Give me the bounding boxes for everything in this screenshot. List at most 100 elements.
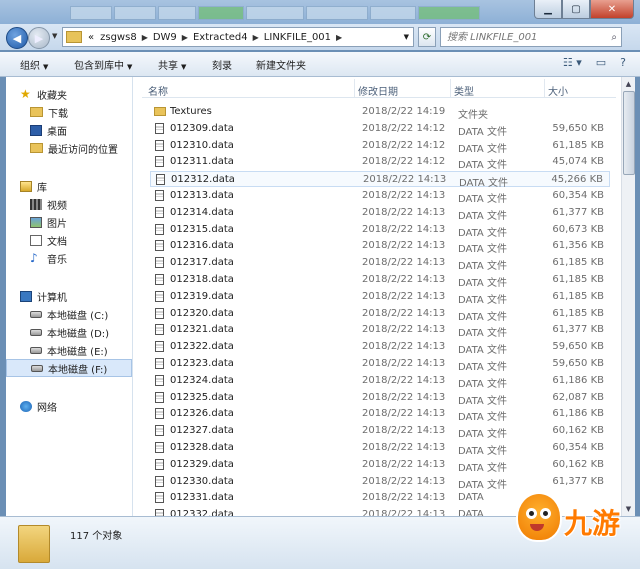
chevron-down-icon[interactable]: ▼ [400, 33, 413, 41]
file-type: DATA 文件 [458, 311, 507, 323]
forward-button[interactable]: ▶ [28, 27, 50, 49]
file-type: DATA [458, 492, 484, 504]
chevron-right-icon[interactable]: ▶ [180, 33, 190, 42]
file-row[interactable]: 012320.data 2018/2/22 14:13 DATA 文件 61,185 … [150, 306, 610, 323]
file-row[interactable]: 012315.data 2018/2/22 14:13 DATA 文件 60,673 … [150, 222, 610, 239]
nav-favorites[interactable]: ★ 收藏夹 [20, 85, 146, 103]
scroll-thumb[interactable] [623, 91, 635, 175]
column-divider[interactable] [354, 79, 355, 97]
scroll-up-icon[interactable]: ▲ [623, 78, 634, 90]
organize-menu[interactable]: 组织 ▼ [20, 57, 48, 72]
maximize-button[interactable]: ▢ [562, 0, 590, 19]
file-row[interactable]: 012323.data 2018/2/22 14:13 DATA 文件 59,650 … [150, 356, 610, 373]
search-input[interactable] [441, 30, 599, 44]
nav-label: 本地磁盘 (F:) [48, 364, 108, 376]
search-box[interactable]: ⌕ [440, 27, 622, 47]
address-field[interactable]: « zsgws8 ▶ DW9 ▶ Extracted4 ▶ LINKFILE_0… [62, 27, 414, 47]
drive-icon [30, 310, 42, 318]
breadcrumb-item[interactable]: DW9 [150, 32, 180, 43]
help-icon[interactable]: ? [620, 56, 626, 69]
file-type: DATA 文件 [458, 210, 507, 222]
file-icon [156, 174, 165, 186]
chevron-right-icon[interactable]: ▶ [140, 33, 150, 42]
file-row[interactable]: 012329.data 2018/2/22 14:13 DATA 文件 60,162 … [150, 457, 610, 474]
file-row[interactable]: 012325.data 2018/2/22 14:13 DATA 文件 62,087 … [150, 390, 610, 407]
view-options-icon[interactable]: ☷ ▾ [563, 56, 582, 69]
chevron-right-icon[interactable]: ▶ [251, 33, 261, 42]
nav-documents[interactable]: 文档 [30, 231, 156, 249]
column-size-header[interactable]: 大小 [548, 83, 568, 98]
file-size: 59,650 KB [552, 341, 604, 353]
file-row[interactable]: 012321.data 2018/2/22 14:13 DATA 文件 61,377 … [150, 322, 610, 340]
breadcrumb-item[interactable]: zsgws8 [97, 32, 140, 43]
file-row[interactable]: 012313.data 2018/2/22 14:13 DATA 文件 60,354 … [150, 188, 610, 205]
breadcrumb-overflow[interactable]: « [85, 32, 97, 43]
file-size: 61,185 KB [552, 257, 604, 269]
file-date: 2018/2/22 14:13 [362, 324, 446, 336]
file-row[interactable]: 012310.data 2018/2/22 14:12 DATA 文件 61,185 … [150, 138, 610, 155]
close-button[interactable]: ✕ [590, 0, 634, 19]
burn-button[interactable]: 刻录 [212, 57, 232, 72]
file-icon [155, 139, 164, 151]
file-row[interactable]: 012326.data 2018/2/22 14:13 DATA 文件 61,186 … [150, 406, 610, 423]
nav-downloads[interactable]: 下载 [30, 103, 156, 121]
minimize-button[interactable]: ▁ [534, 0, 562, 19]
nav-music[interactable]: ♪ 音乐 [30, 249, 156, 267]
file-type: DATA 文件 [458, 227, 507, 239]
chevron-right-icon[interactable]: ▶ [334, 33, 344, 42]
background-window-tab [158, 6, 196, 20]
file-row[interactable]: 012319.data 2018/2/22 14:13 DATA 文件 61,185 … [150, 289, 610, 306]
file-row[interactable]: 012311.data 2018/2/22 14:12 DATA 文件 45,074 … [150, 154, 610, 171]
file-row[interactable]: 012314.data 2018/2/22 14:13 DATA 文件 61,377 … [150, 205, 610, 222]
nav-drive-c[interactable]: 本地磁盘 (C:) [30, 305, 156, 323]
nav-pictures[interactable]: 图片 [30, 213, 156, 231]
file-type: DATA 文件 [458, 328, 507, 340]
drive-icon [30, 328, 42, 336]
share-menu[interactable]: 共享 ▼ [158, 57, 186, 72]
file-date: 2018/2/22 14:12 [362, 156, 446, 168]
column-divider[interactable] [544, 79, 545, 97]
column-name-header[interactable]: 名称 [148, 83, 168, 98]
item-count: 117 个对象 [70, 531, 123, 542]
nav-videos[interactable]: 视频 [30, 195, 156, 213]
nav-label: 文档 [47, 236, 67, 248]
large-folder-icon [18, 525, 50, 563]
search-icon[interactable]: ⌕ [611, 32, 617, 43]
recent-pages-dropdown[interactable]: ▼ [52, 32, 57, 40]
file-row[interactable]: 012309.data 2018/2/22 14:12 DATA 文件 59,650 … [150, 121, 610, 138]
column-date-header[interactable]: 修改日期 [358, 83, 398, 98]
nav-drive-f[interactable]: 本地磁盘 (F:) [6, 359, 132, 377]
nav-drive-e[interactable]: 本地磁盘 (E:) [30, 341, 156, 359]
nav-computer[interactable]: 计算机 [20, 287, 146, 305]
back-button[interactable]: ◀ [6, 27, 28, 49]
file-row[interactable]: 012316.data 2018/2/22 14:13 DATA 文件 61,356 … [150, 238, 610, 255]
column-type-header[interactable]: 类型 [454, 83, 474, 98]
file-size: 62,087 KB [552, 391, 604, 403]
preview-pane-icon[interactable]: ▭ [596, 56, 606, 69]
file-row[interactable]: 012327.data 2018/2/22 14:13 DATA 文件 60,162 … [150, 423, 610, 440]
file-date: 2018/2/22 14:13 [362, 391, 446, 403]
file-row[interactable]: 012322.data 2018/2/22 14:13 DATA 文件 59,650 … [150, 339, 610, 356]
file-row[interactable]: 012312.data 2018/2/22 14:13 DATA 文件 45,266 … [150, 171, 610, 189]
column-divider[interactable] [450, 79, 451, 97]
music-note-icon: ♪ [30, 250, 38, 265]
file-row[interactable]: 012318.data 2018/2/22 14:13 DATA 文件 61,185 … [150, 272, 610, 289]
nav-network[interactable]: 网络 [20, 397, 146, 415]
nav-drive-d[interactable]: 本地磁盘 (D:) [30, 323, 156, 341]
folder-row[interactable]: Textures 2018/2/22 14:19 文件夹 [150, 104, 610, 121]
file-row[interactable]: 012328.data 2018/2/22 14:13 DATA 文件 60,354 … [150, 440, 610, 457]
nav-recent[interactable]: 最近访问的位置 [30, 139, 156, 157]
vertical-scrollbar[interactable]: ▲ ▼ [621, 77, 635, 516]
file-name: 012328.data [170, 442, 234, 453]
nav-desktop[interactable]: 桌面 [30, 121, 156, 139]
new-folder-button[interactable]: 新建文件夹 [256, 57, 306, 72]
refresh-button[interactable]: ⟳ [418, 27, 436, 47]
file-row[interactable]: 012317.data 2018/2/22 14:13 DATA 文件 61,185 … [150, 255, 610, 272]
breadcrumb-item[interactable]: LINKFILE_001 [261, 32, 334, 43]
file-list: 名称 修改日期 类型 大小 Textures 2018/2/22 14:19 文件夹… [142, 77, 616, 516]
breadcrumb-item[interactable]: Extracted4 [190, 32, 251, 43]
nav-libraries[interactable]: 库 [20, 177, 146, 195]
file-row[interactable]: 012324.data 2018/2/22 14:13 DATA 文件 61,186 … [150, 373, 610, 390]
include-library-menu[interactable]: 包含到库中 ▼ [74, 57, 132, 72]
drive-icon [30, 346, 42, 354]
